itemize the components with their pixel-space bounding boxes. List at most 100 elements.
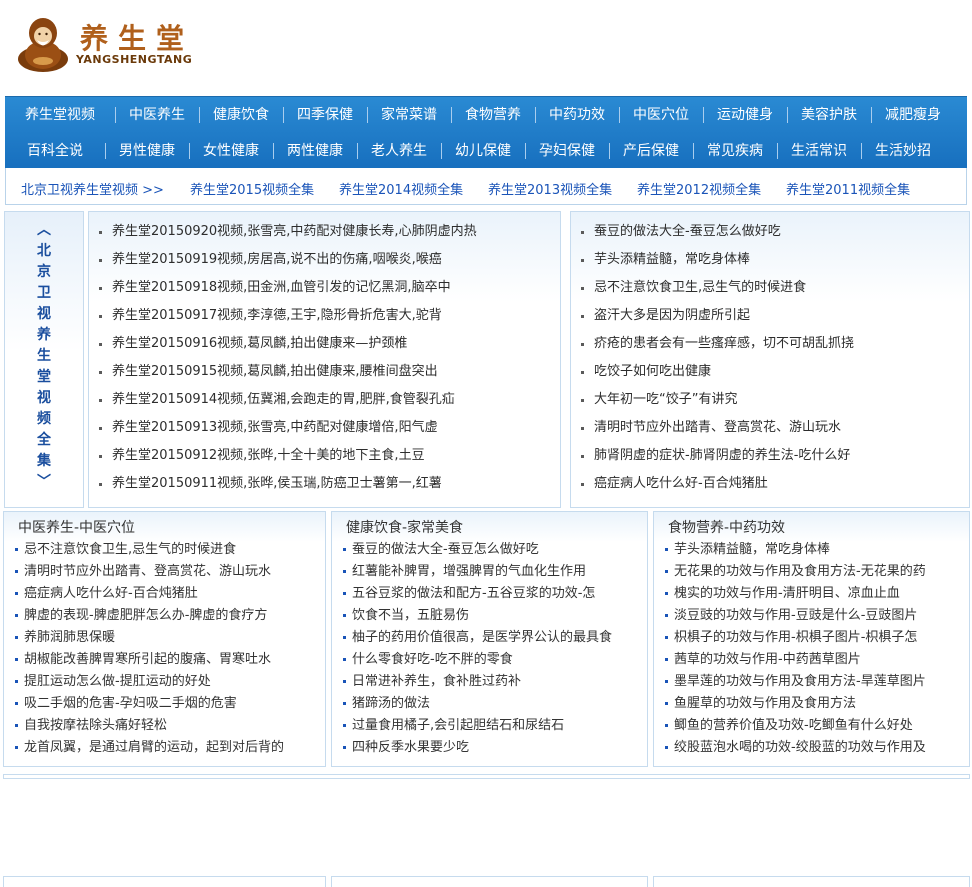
- nav-item[interactable]: 产后保健: [609, 133, 693, 169]
- article-list-item[interactable]: 清明时节应外出踏青、登高赏花、游山玩水: [571, 417, 854, 445]
- video-list-item[interactable]: 养生堂20150916视频,葛凤麟,拍出健康来—护颈椎: [89, 333, 477, 361]
- nav-item[interactable]: 健康饮食: [199, 97, 283, 133]
- article-list-item[interactable]: 肺肾阴虚的症状-肺肾阴虚的养生法-吃什么好: [571, 445, 854, 473]
- category-list-item[interactable]: 无花果的功效与作用及食用方法-无花果的药: [654, 561, 926, 583]
- subbar-link[interactable]: 养生堂2015视频全集: [190, 179, 314, 198]
- nav-item[interactable]: 百科全说: [5, 133, 105, 169]
- article-list: 蚕豆的做法大全-蚕豆怎么做好吃 芋头添精益髓，常吃身体棒 忌不注意饮食卫生,忌生气的…: [571, 221, 854, 501]
- category-list-item[interactable]: 癌症病人吃什么好-百合炖猪肚: [4, 583, 284, 605]
- subbar-title-link[interactable]: 北京卫视养生堂视频 >>: [21, 179, 164, 198]
- video-list-item[interactable]: 养生堂20150917视频,李淳德,王宇,隐形骨折危害大,驼背: [89, 305, 477, 333]
- video-category-tab[interactable]: ︿ 北京卫视养生堂视频全集 ﹀: [4, 211, 84, 508]
- article-list-item[interactable]: 吃饺子如何吃出健康: [571, 361, 854, 389]
- main-nav: 养生堂视频 中医养生 健康饮食 四季保健 家常菜谱 食物营养 中药功效 中医穴位…: [5, 96, 967, 170]
- article-list-item[interactable]: 疥疮的患者会有一些瘙痒感，切不可胡乱抓挠: [571, 333, 854, 361]
- nav-item[interactable]: 男性健康: [105, 133, 189, 169]
- category-list-item[interactable]: 养肺润肺思保暖: [4, 627, 284, 649]
- category-list-item[interactable]: 龙首凤翼，是通过肩臂的运动，起到对后背的: [4, 737, 284, 759]
- category-list-item[interactable]: 鱼腥草的功效与作用及食用方法: [654, 693, 926, 715]
- nav-item[interactable]: 中医养生: [115, 97, 199, 133]
- logo-subtitle: YANGSHENGTANG: [76, 53, 193, 66]
- nav-item[interactable]: 孕妇保健: [525, 133, 609, 169]
- category-title[interactable]: 食物营养-中药功效: [668, 517, 785, 537]
- article-list-item[interactable]: 蚕豆的做法大全-蚕豆怎么做好吃: [571, 221, 854, 249]
- category-list-item[interactable]: 墨旱莲的功效与作用及食用方法-旱莲草图片: [654, 671, 926, 693]
- nav-item[interactable]: 两性健康: [273, 133, 357, 169]
- nav-item[interactable]: 女性健康: [189, 133, 273, 169]
- video-list-item[interactable]: 养生堂20150915视频,葛凤麟,拍出健康来,腰椎间盘突出: [89, 361, 477, 389]
- subbar-link[interactable]: 养生堂2012视频全集: [637, 179, 761, 198]
- category-list-item[interactable]: 红薯能补脾胃，增强脾胃的气血化生作用: [332, 561, 612, 583]
- video-year-bar: 北京卫视养生堂视频 >> 养生堂2015视频全集 养生堂2014视频全集 养生堂…: [5, 168, 967, 205]
- nav-item[interactable]: 中药功效: [535, 97, 619, 133]
- nav-item[interactable]: 四季保健: [283, 97, 367, 133]
- next-box-3: [653, 876, 970, 887]
- nav-item[interactable]: 中医穴位: [619, 97, 703, 133]
- nav-item[interactable]: 幼儿保健: [441, 133, 525, 169]
- article-list-panel: 蚕豆的做法大全-蚕豆怎么做好吃 芋头添精益髓，常吃身体棒 忌不注意饮食卫生,忌生气的…: [570, 211, 970, 508]
- nav-item[interactable]: 生活常识: [777, 133, 861, 169]
- header: 养生堂 YANGSHENGTANG: [0, 0, 972, 96]
- category-list-item[interactable]: 茜草的功效与作用-中药茜草图片: [654, 649, 926, 671]
- nav-item[interactable]: 美容护肤: [787, 97, 871, 133]
- nav-item[interactable]: 减肥瘦身: [871, 97, 955, 133]
- category-list-item[interactable]: 忌不注意饮食卫生,忌生气的时候进食: [4, 539, 284, 561]
- category-list-item[interactable]: 鲫鱼的营养价值及功效-吃鲫鱼有什么好处: [654, 715, 926, 737]
- category-list-item[interactable]: 胡椒能改善脾胃寒所引起的腹痛、胃寒吐水: [4, 649, 284, 671]
- category-list-item[interactable]: 绞股蓝泡水喝的功效-绞股蓝的功效与作用及: [654, 737, 926, 759]
- category-title[interactable]: 中医养生-中医穴位: [18, 517, 135, 537]
- article-list-item[interactable]: 芋头添精益髓，常吃身体棒: [571, 249, 854, 277]
- video-list-item[interactable]: 养生堂20150913视频,张雪亮,中药配对健康增倍,阳气虚: [89, 417, 477, 445]
- category-list-item[interactable]: 脾虚的表现-脾虚肥胖怎么办-脾虚的食疗方: [4, 605, 284, 627]
- nav-item[interactable]: 运动健身: [703, 97, 787, 133]
- category-list-item[interactable]: 过量食用橘子,会引起胆结石和尿结石: [332, 715, 612, 737]
- nav-item[interactable]: 养生堂视频: [5, 97, 115, 133]
- nav-item[interactable]: 食物营养: [451, 97, 535, 133]
- nav-item[interactable]: 老人养生: [357, 133, 441, 169]
- category-list-item[interactable]: 什么零食好吃-吃不胖的零食: [332, 649, 612, 671]
- category-list-item[interactable]: 日常进补养生，食补胜过药补: [332, 671, 612, 693]
- video-list-item[interactable]: 养生堂20150919视频,房居高,说不出的伤痛,咽喉炎,喉癌: [89, 249, 477, 277]
- video-list-item[interactable]: 养生堂20150914视频,伍冀湘,会跑走的胃,肥胖,食管裂孔疝: [89, 389, 477, 417]
- category-list-item[interactable]: 提肛运动怎么做-提肛运动的好处: [4, 671, 284, 693]
- category-list-item[interactable]: 柚子的药用价值很高，是医学界公认的最具食: [332, 627, 612, 649]
- category-list: 忌不注意饮食卫生,忌生气的时候进食 清明时节应外出踏青、登高赏花、游山玩水 癌症病人…: [4, 539, 284, 759]
- logo-title: 养生堂: [80, 22, 195, 55]
- subbar-link[interactable]: 养生堂2014视频全集: [339, 179, 463, 198]
- category-title[interactable]: 健康饮食-家常美食: [346, 517, 463, 537]
- category-list-item[interactable]: 蚕豆的做法大全-蚕豆怎么做好吃: [332, 539, 612, 561]
- subbar-link[interactable]: 养生堂2013视频全集: [488, 179, 612, 198]
- nav-item[interactable]: 家常菜谱: [367, 97, 451, 133]
- next-box-1: [3, 876, 326, 887]
- category-list-item[interactable]: 芋头添精益髓，常吃身体棒: [654, 539, 926, 561]
- category-list: 蚕豆的做法大全-蚕豆怎么做好吃 红薯能补脾胃，增强脾胃的气血化生作用 五谷豆浆的做法…: [332, 539, 612, 759]
- subbar-link[interactable]: 养生堂2011视频全集: [786, 179, 910, 198]
- video-list-item[interactable]: 养生堂20150920视频,张雪亮,中药配对健康长寿,心肺阴虚内热: [89, 221, 477, 249]
- video-list-item[interactable]: 养生堂20150912视频,张晔,十全十美的地下主食,土豆: [89, 445, 477, 473]
- category-list-item[interactable]: 猪蹄汤的做法: [332, 693, 612, 715]
- video-list-item[interactable]: 养生堂20150918视频,田金洲,血管引发的记忆黑洞,脑卒中: [89, 277, 477, 305]
- category-list-item[interactable]: 淡豆豉的功效与作用-豆豉是什么-豆豉图片: [654, 605, 926, 627]
- article-list-item[interactable]: 忌不注意饮食卫生,忌生气的时候进食: [571, 277, 854, 305]
- nav-item[interactable]: 常见疾病: [693, 133, 777, 169]
- category-list-item[interactable]: 五谷豆浆的做法和配方-五谷豆浆的功效-怎: [332, 583, 612, 605]
- monk-logo-icon: [18, 18, 68, 72]
- article-list-item[interactable]: 大年初一吃“饺子”有讲究: [571, 389, 854, 417]
- video-list: 养生堂20150920视频,张雪亮,中药配对健康长寿,心肺阴虚内热 养生堂2015…: [89, 221, 477, 501]
- article-list-item[interactable]: 癌症病人吃什么好-百合炖猪肚: [571, 473, 854, 501]
- category-box-3: 食物营养-中药功效 芋头添精益髓，常吃身体棒 无花果的功效与作用及食用方法-无花果…: [653, 511, 970, 767]
- category-list-item[interactable]: 清明时节应外出踏青、登高赏花、游山玩水: [4, 561, 284, 583]
- category-list-item[interactable]: 自我按摩祛除头痛好轻松: [4, 715, 284, 737]
- site-logo[interactable]: 养生堂 YANGSHENGTANG: [16, 13, 206, 77]
- category-list: 芋头添精益髓，常吃身体棒 无花果的功效与作用及食用方法-无花果的药 槐实的功效与作用…: [654, 539, 926, 759]
- category-list-item[interactable]: 饮食不当，五脏易伤: [332, 605, 612, 627]
- article-list-item[interactable]: 盗汗大多是因为阴虚所引起: [571, 305, 854, 333]
- nav-item[interactable]: 生活妙招: [861, 133, 945, 169]
- category-list-item[interactable]: 槐实的功效与作用-清肝明目、凉血止血: [654, 583, 926, 605]
- nav-row-1: 养生堂视频 中医养生 健康饮食 四季保健 家常菜谱 食物营养 中药功效 中医穴位…: [5, 97, 967, 133]
- category-list-item[interactable]: 四种反季水果要少吃: [332, 737, 612, 759]
- category-list-item[interactable]: 吸二手烟的危害-孕妇吸二手烟的危害: [4, 693, 284, 715]
- video-list-item[interactable]: 养生堂20150911视频,张晔,侯玉瑞,防癌卫士薯第一,红薯: [89, 473, 477, 501]
- category-box-2: 健康饮食-家常美食 蚕豆的做法大全-蚕豆怎么做好吃 红薯能补脾胃，增强脾胃的气血化…: [331, 511, 648, 767]
- category-list-item[interactable]: 枳椇子的功效与作用-枳椇子图片-枳椇子怎: [654, 627, 926, 649]
